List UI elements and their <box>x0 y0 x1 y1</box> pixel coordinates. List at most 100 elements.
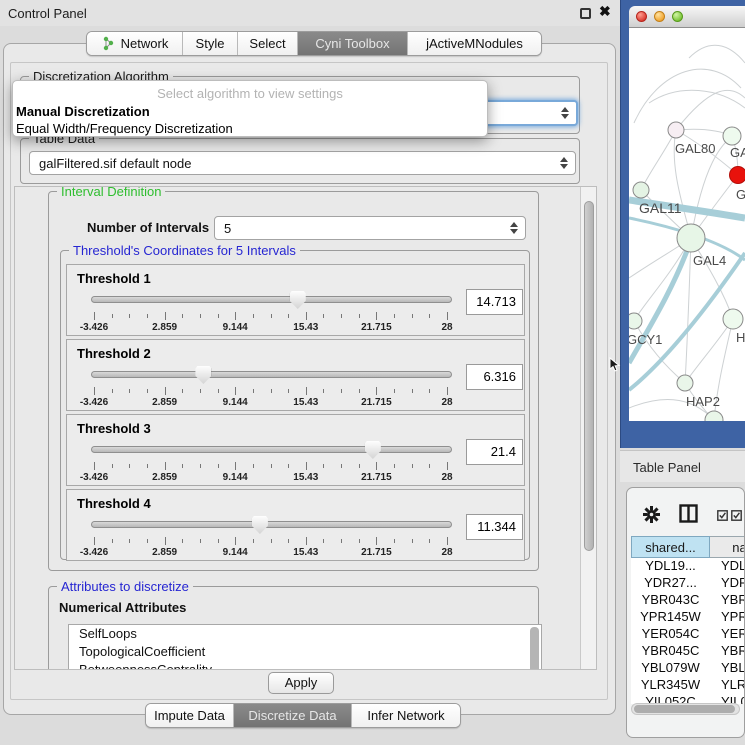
node-gcy1[interactable] <box>629 313 642 329</box>
slider-tick <box>323 539 324 543</box>
slider-tick <box>147 389 148 393</box>
slider-tick <box>112 389 113 393</box>
cell-name[interactable]: YDL1 <box>710 558 745 575</box>
tab-network[interactable]: Network <box>87 32 183 55</box>
slider-tick <box>94 312 95 320</box>
number-of-intervals-combobox[interactable]: 5 <box>214 216 526 240</box>
column-header-shared-name[interactable]: shared... <box>631 536 710 558</box>
scrollbar-thumb[interactable] <box>634 705 735 713</box>
column-header-name[interactable]: na <box>710 536 745 558</box>
cell-name[interactable]: YBR0 <box>710 592 745 609</box>
zoom-traffic-light-icon[interactable] <box>672 11 683 22</box>
threshold-4-value-field[interactable]: 11.344 <box>466 514 523 540</box>
slider-tick <box>394 314 395 318</box>
node-hap2[interactable] <box>677 375 693 391</box>
minimize-traffic-light-icon[interactable] <box>654 11 665 22</box>
table-horizontal-scrollbar[interactable] <box>631 703 740 715</box>
slider-tick <box>165 312 166 320</box>
threshold-3-slider-thumb[interactable] <box>365 441 381 459</box>
menu-item-equal-width-frequency[interactable]: Equal Width/Frequency Discretization <box>16 121 487 136</box>
cell-shared-name[interactable]: YBR045C <box>631 643 710 660</box>
slider-tick <box>235 312 236 320</box>
tab-style[interactable]: Style <box>183 32 238 55</box>
float-window-icon[interactable] <box>580 8 591 19</box>
network-icon <box>101 36 116 51</box>
threshold-1-slider[interactable] <box>91 296 452 303</box>
cell-shared-name[interactable]: YDR27... <box>631 575 710 592</box>
tab-infer-network[interactable]: Infer Network <box>352 704 460 727</box>
threshold-2-slider-thumb[interactable] <box>195 366 211 384</box>
list-scrollbar[interactable] <box>530 627 539 670</box>
tab-impute-data[interactable]: Impute Data <box>146 704 234 727</box>
threshold-2-value-field[interactable]: 6.316 <box>466 364 523 390</box>
slider-scale-label: 15.43 <box>293 472 318 483</box>
slider-tick <box>341 314 342 318</box>
cell-name[interactable]: YBL0 <box>710 660 745 677</box>
menu-item-manual-discretization[interactable]: Manual Discretization <box>16 104 487 119</box>
apply-button[interactable]: Apply <box>268 672 334 694</box>
node-top-right[interactable] <box>723 127 741 145</box>
threshold-4-slider-thumb[interactable] <box>252 516 268 534</box>
slider-scale-label: -3.426 <box>80 547 108 558</box>
node-gal4[interactable] <box>677 224 705 252</box>
checkbox-columns-icon[interactable] <box>717 510 743 521</box>
table-row[interactable]: YER054CYER0 <box>631 626 745 643</box>
slider-tick <box>429 464 430 468</box>
table-row[interactable]: YBR043CYBR0 <box>631 592 745 609</box>
table-row[interactable]: YLR345WYLR3 <box>631 677 745 694</box>
slider-tick <box>200 539 201 543</box>
cell-shared-name[interactable]: YBL079W <box>631 660 710 677</box>
network-window-titlebar[interactable] <box>629 6 745 28</box>
attribute-list-item[interactable]: TopologicalCoefficient <box>69 643 541 661</box>
slider-tick <box>376 462 377 470</box>
cell-name[interactable]: YDR2 <box>710 575 745 592</box>
slider-tick <box>112 464 113 468</box>
numerical-attributes-list[interactable]: SelfLoopsTopologicalCoefficientBetweenne… <box>68 624 542 670</box>
table-row[interactable]: YBR045CYBR0 <box>631 643 745 660</box>
node-h[interactable] <box>723 309 743 329</box>
tab-discretize-data[interactable]: Discretize Data <box>234 704 352 727</box>
slider-scale-label: 28 <box>441 472 452 483</box>
attribute-list-item[interactable]: SelfLoops <box>69 625 541 643</box>
table-row[interactable]: YDL19...YDL1 <box>631 558 745 575</box>
attribute-list-item[interactable]: BetweennessCentrality <box>69 661 541 670</box>
table-data-combobox[interactable]: galFiltered.sif default node <box>29 151 576 175</box>
cell-shared-name[interactable]: YER054C <box>631 626 710 643</box>
slider-tick <box>129 314 130 318</box>
cell-name[interactable]: YER0 <box>710 626 745 643</box>
node-gal11[interactable] <box>633 182 649 198</box>
gear-icon[interactable] <box>643 506 660 523</box>
cell-name[interactable]: YLR3 <box>710 677 745 694</box>
slider-tick <box>359 314 360 318</box>
slider-tick <box>165 462 166 470</box>
cell-name[interactable]: YBR0 <box>710 643 745 660</box>
threshold-1-slider-thumb[interactable] <box>290 291 306 309</box>
node-bottom-partial[interactable] <box>705 411 723 421</box>
threshold-1-value-field[interactable]: 14.713 <box>466 289 523 315</box>
column-view-icon[interactable] <box>679 504 698 523</box>
close-traffic-light-icon[interactable] <box>636 11 647 22</box>
table-row[interactable]: YDR27...YDR2 <box>631 575 745 592</box>
cell-name[interactable]: YPR1 <box>710 609 745 626</box>
threshold-3-slider[interactable] <box>91 446 452 453</box>
network-view-canvas[interactable]: GAL80 GA GA GAL11 GAL4 GCY1 H HAP2 <box>629 28 745 421</box>
node-gal80[interactable] <box>668 122 684 138</box>
settings-vertical-scrollbar[interactable] <box>580 187 596 669</box>
cell-shared-name[interactable]: YPR145W <box>631 609 710 626</box>
cell-shared-name[interactable]: YBR043C <box>631 592 710 609</box>
settings-scrollpane: Interval Definition Number of Intervals … <box>14 186 597 670</box>
cell-shared-name[interactable]: YLR345W <box>631 677 710 694</box>
tab-select[interactable]: Select <box>238 32 298 55</box>
scrollbar-thumb[interactable] <box>584 201 594 551</box>
tab-cyni-toolbox[interactable]: Cyni Toolbox <box>298 32 408 55</box>
table-row[interactable]: YPR145WYPR1 <box>631 609 745 626</box>
close-icon[interactable]: ✖ <box>599 3 611 20</box>
threshold-4-slider[interactable] <box>91 521 452 528</box>
table-row[interactable]: YBL079WYBL0 <box>631 660 745 677</box>
cell-shared-name[interactable]: YDL19... <box>631 558 710 575</box>
tab-jactivemnodules[interactable]: jActiveMNodules <box>408 32 541 55</box>
node-red-selected[interactable] <box>730 167 745 184</box>
threshold-2-slider[interactable] <box>91 371 452 378</box>
threshold-3-value-field[interactable]: 21.4 <box>466 439 523 465</box>
tab-network-label: Network <box>121 36 169 51</box>
